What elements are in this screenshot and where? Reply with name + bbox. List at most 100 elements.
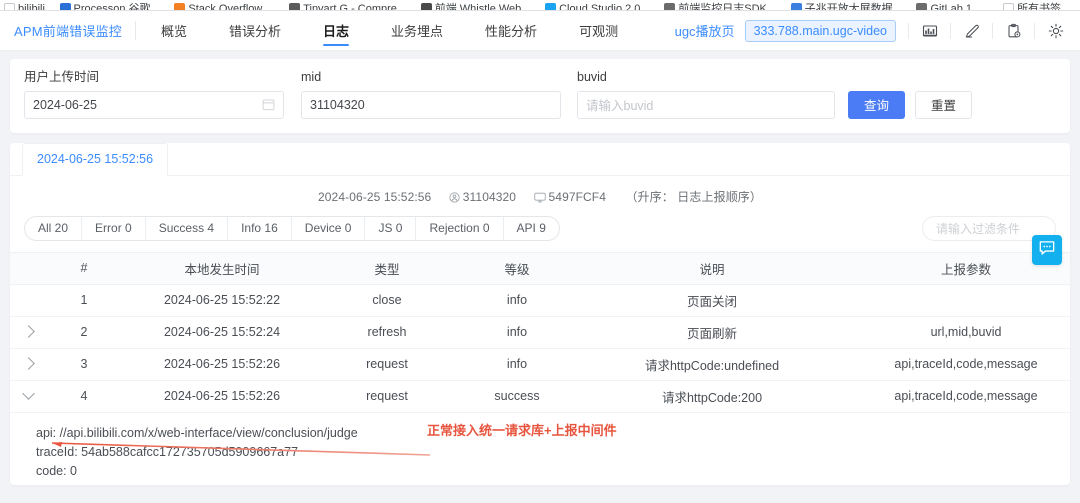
favicon-icon: [59, 3, 71, 10]
favicon-icon: [420, 3, 432, 10]
bookmark-label: 子兆开放大屏数据...: [804, 3, 902, 11]
column-header-type: 类型: [322, 251, 452, 285]
bookmark-label: GitLab 1: [930, 3, 973, 11]
row-level: success: [452, 380, 582, 413]
row-time: 2024-06-25 15:52:24: [122, 316, 322, 349]
nav-item-overview[interactable]: 概览: [140, 11, 208, 51]
segment-all[interactable]: All 20: [25, 216, 83, 240]
favicon-icon: [4, 3, 15, 10]
segment-api[interactable]: API 9: [504, 217, 559, 240]
app-brand-title[interactable]: APM前端错误监控: [14, 21, 136, 40]
row-params: api,traceId,code,message: [842, 380, 1070, 413]
field-label: 用户上传时间: [24, 70, 100, 84]
table-row[interactable]: 3 2024-06-25 15:52:26 request info 请求htt…: [10, 348, 1070, 381]
clipboard-settings-icon[interactable]: [1005, 22, 1022, 39]
reset-button[interactable]: 重置: [915, 90, 973, 119]
bookmark-label: Tinyart G - Compre...: [303, 3, 407, 11]
segment-rejection[interactable]: Rejection 0: [416, 216, 504, 240]
segment-error[interactable]: Error 0: [82, 216, 146, 240]
nav-item-error-analysis[interactable]: 错误分析: [208, 11, 302, 51]
bookmark-item[interactable]: Processon 谷歌...: [59, 0, 160, 11]
page-id-tag[interactable]: 333.788.main.ugc-video: [744, 19, 896, 42]
row-index: 2: [46, 316, 122, 349]
table-row[interactable]: 4 2024-06-25 15:52:26 request success 请求…: [10, 380, 1070, 413]
bookmark-item[interactable]: Stack Overflow ...: [174, 0, 275, 10]
feedback-chat-button[interactable]: [1032, 234, 1062, 265]
field-label: mid: [301, 70, 322, 84]
nav-item-label: 概览: [160, 24, 187, 39]
log-filter-placeholder: 请输入过滤条件: [936, 221, 1021, 236]
chevron-down-icon[interactable]: [21, 387, 35, 400]
calendar-icon[interactable]: [262, 98, 275, 111]
nav-item-performance[interactable]: 性能分析: [464, 11, 558, 51]
log-table-body: 1 2024-06-25 15:52:22 close info 页面关闭 2 …: [10, 284, 1070, 485]
bookmark-label: Processon 谷歌...: [73, 3, 160, 11]
buvid-input[interactable]: 请输入buvid: [577, 90, 835, 119]
row-desc: 页面关闭: [582, 284, 842, 317]
upload-time-input[interactable]: 2024-06-25: [24, 90, 284, 119]
meta-device-value: 5497FCF4: [548, 190, 607, 205]
bookmark-item[interactable]: 子兆开放大屏数据...: [790, 0, 902, 11]
favicon-icon: [289, 3, 301, 10]
column-header-time: 本地发生时间: [122, 251, 322, 285]
table-row[interactable]: 2 2024-06-25 15:52:24 refresh info 页面刷新 …: [10, 316, 1070, 349]
row-desc: 请求httpCode:undefined: [582, 348, 842, 381]
meta-timestamp: 2024-06-25 15:52:56: [318, 189, 432, 204]
result-tab-session[interactable]: 2024-06-25 15:52:56: [22, 142, 169, 176]
log-filter-row: All 20 Error 0 Success 4 Info 16 Device …: [10, 215, 1070, 241]
bookmark-item-all[interactable]: 所有书签: [1003, 0, 1061, 10]
brightness-sun-icon[interactable]: [1047, 22, 1064, 39]
bookmark-item[interactable]: 前端监控日志SDK...: [664, 0, 776, 10]
row-params: api,traceId,code,message: [842, 348, 1070, 381]
segment-success[interactable]: Success 4: [146, 216, 229, 240]
row-params: [842, 284, 1070, 317]
nav-item-label: 错误分析: [229, 24, 282, 39]
row-time: 2024-06-25 15:52:26: [122, 348, 322, 381]
table-row[interactable]: 1 2024-06-25 15:52:22 close info 页面关闭: [10, 284, 1070, 317]
user-circle-icon: [449, 192, 460, 203]
monitor-chart-icon[interactable]: [921, 22, 938, 39]
nav-item-label: 性能分析: [485, 24, 538, 39]
field-buvid: buvid 请输入buvid: [577, 71, 835, 119]
row-index: 3: [46, 348, 122, 381]
row-type: request: [322, 348, 452, 381]
session-meta-line: 2024-06-25 15:52:56 31104320 5497FCF4 （升…: [10, 176, 1070, 216]
nav-item-label: 可观测: [579, 24, 619, 39]
folder-icon: [1003, 3, 1014, 10]
column-header-index: #: [46, 251, 122, 285]
ugc-page-link[interactable]: ugc播放页: [675, 21, 735, 40]
bookmark-item[interactable]: Tinyart G - Compre...: [289, 0, 407, 11]
row-type: refresh: [322, 316, 452, 349]
column-header-level: 等级: [452, 251, 582, 285]
pencil-edit-icon[interactable]: [963, 22, 980, 39]
mid-input[interactable]: 31104320: [301, 90, 561, 119]
search-filter-panel: 用户上传时间 2024-06-25 mid 31104320 buvid 请输入…: [10, 59, 1070, 133]
segment-device[interactable]: Device 0: [292, 216, 366, 240]
detail-code: code: 0: [36, 463, 78, 478]
bookmark-item[interactable]: bilibili: [4, 0, 45, 10]
row-index: 1: [46, 284, 122, 317]
segment-info[interactable]: Info 16: [228, 216, 292, 240]
field-mid: mid 31104320: [301, 71, 561, 119]
nav-item-observability[interactable]: 可观测: [558, 11, 639, 51]
chevron-right-icon[interactable]: [21, 357, 35, 370]
browser-bookmark-bar: bilibili Processon 谷歌... Stack Overflow …: [0, 0, 1080, 11]
bookmark-item[interactable]: 前端 Whistle Web...: [420, 0, 530, 10]
favicon-icon: [916, 3, 928, 10]
bookmark-item[interactable]: GitLab 1: [916, 0, 973, 11]
header-actions: ugc播放页 333.788.main.ugc-video: [675, 19, 1064, 42]
nav-item-business-tracking[interactable]: 业务埋点: [370, 11, 464, 51]
divider: [908, 22, 909, 39]
meta-sort-note: （升序： 日志上报顺序）: [625, 189, 762, 204]
log-table: # 本地发生时间 类型 等级 说明 上报参数 1 2024-06-25 15:5…: [10, 251, 1070, 485]
favicon-icon: [664, 3, 676, 10]
nav-item-logs[interactable]: 日志: [302, 11, 370, 51]
favicon-icon: [790, 3, 802, 10]
bookmark-label: Cloud Studio 2.0...: [559, 3, 650, 11]
divider: [1034, 22, 1035, 39]
query-button[interactable]: 查询: [848, 90, 906, 119]
row-params: url,mid,buvid: [842, 316, 1070, 349]
segment-js[interactable]: JS 0: [365, 216, 417, 240]
bookmark-item[interactable]: Cloud Studio 2.0...: [545, 0, 650, 11]
chevron-right-icon[interactable]: [21, 325, 35, 338]
